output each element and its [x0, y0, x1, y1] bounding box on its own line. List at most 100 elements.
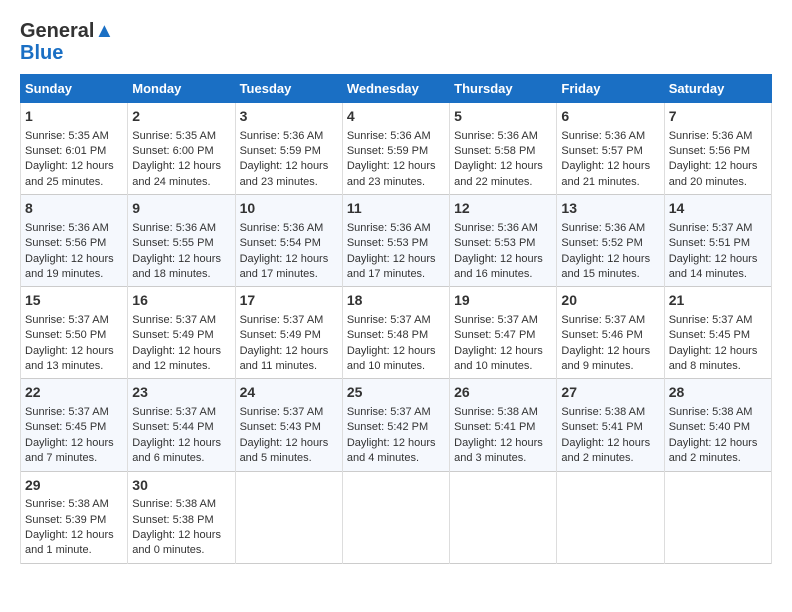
day-number: 25: [347, 383, 445, 403]
sunset-text: Sunset: 5:40 PM: [669, 421, 750, 433]
day-number: 12: [454, 199, 552, 219]
sunrise-text: Sunrise: 5:37 AM: [240, 314, 324, 326]
sunrise-text: Sunrise: 5:38 AM: [669, 406, 753, 418]
calendar-cell: 23 Sunrise: 5:37 AM Sunset: 5:44 PM Dayl…: [128, 379, 235, 471]
calendar-cell: [450, 471, 557, 563]
sunrise-text: Sunrise: 5:38 AM: [454, 406, 538, 418]
daylight-text: Daylight: 12 hours and 12 minutes.: [132, 345, 221, 372]
sunset-text: Sunset: 5:53 PM: [454, 237, 535, 249]
daylight-text: Daylight: 12 hours and 7 minutes.: [25, 437, 114, 464]
sunrise-text: Sunrise: 5:37 AM: [25, 314, 109, 326]
sunrise-text: Sunrise: 5:37 AM: [669, 314, 753, 326]
sunrise-text: Sunrise: 5:38 AM: [25, 498, 109, 510]
daylight-text: Daylight: 12 hours and 2 minutes.: [561, 437, 650, 464]
calendar-cell: 14 Sunrise: 5:37 AM Sunset: 5:51 PM Dayl…: [664, 195, 771, 287]
day-number: 29: [25, 476, 123, 496]
calendar-cell: 20 Sunrise: 5:37 AM Sunset: 5:46 PM Dayl…: [557, 287, 664, 379]
day-number: 4: [347, 107, 445, 127]
calendar-cell: 15 Sunrise: 5:37 AM Sunset: 5:50 PM Dayl…: [21, 287, 128, 379]
day-number: 15: [25, 291, 123, 311]
daylight-text: Daylight: 12 hours and 8 minutes.: [669, 345, 758, 372]
week-row-5: 29 Sunrise: 5:38 AM Sunset: 5:39 PM Dayl…: [21, 471, 772, 563]
sunset-text: Sunset: 5:51 PM: [669, 237, 750, 249]
calendar-cell: 24 Sunrise: 5:37 AM Sunset: 5:43 PM Dayl…: [235, 379, 342, 471]
daylight-text: Daylight: 12 hours and 1 minute.: [25, 529, 114, 556]
day-number: 1: [25, 107, 123, 127]
sunrise-text: Sunrise: 5:36 AM: [561, 222, 645, 234]
daylight-text: Daylight: 12 hours and 14 minutes.: [669, 253, 758, 280]
sunset-text: Sunset: 5:59 PM: [347, 145, 428, 157]
day-number: 8: [25, 199, 123, 219]
day-number: 20: [561, 291, 659, 311]
sunset-text: Sunset: 5:49 PM: [240, 329, 321, 341]
sunset-text: Sunset: 5:46 PM: [561, 329, 642, 341]
sunset-text: Sunset: 5:57 PM: [561, 145, 642, 157]
calendar-cell: 29 Sunrise: 5:38 AM Sunset: 5:39 PM Dayl…: [21, 471, 128, 563]
week-row-1: 1 Sunrise: 5:35 AM Sunset: 6:01 PM Dayli…: [21, 103, 772, 195]
day-number: 17: [240, 291, 338, 311]
calendar-cell: 12 Sunrise: 5:36 AM Sunset: 5:53 PM Dayl…: [450, 195, 557, 287]
day-number: 21: [669, 291, 767, 311]
daylight-text: Daylight: 12 hours and 23 minutes.: [347, 160, 436, 187]
day-number: 14: [669, 199, 767, 219]
calendar-cell: 25 Sunrise: 5:37 AM Sunset: 5:42 PM Dayl…: [342, 379, 449, 471]
calendar-cell: 21 Sunrise: 5:37 AM Sunset: 5:45 PM Dayl…: [664, 287, 771, 379]
daylight-text: Daylight: 12 hours and 19 minutes.: [25, 253, 114, 280]
day-number: 2: [132, 107, 230, 127]
week-row-2: 8 Sunrise: 5:36 AM Sunset: 5:56 PM Dayli…: [21, 195, 772, 287]
daylight-text: Daylight: 12 hours and 5 minutes.: [240, 437, 329, 464]
calendar-header: SundayMondayTuesdayWednesdayThursdayFrid…: [21, 75, 772, 103]
day-number: 10: [240, 199, 338, 219]
page-header: General▲ Blue: [20, 20, 772, 64]
sunrise-text: Sunrise: 5:38 AM: [132, 498, 216, 510]
column-header-friday: Friday: [557, 75, 664, 103]
sunset-text: Sunset: 5:52 PM: [561, 237, 642, 249]
calendar-cell: 19 Sunrise: 5:37 AM Sunset: 5:47 PM Dayl…: [450, 287, 557, 379]
daylight-text: Daylight: 12 hours and 9 minutes.: [561, 345, 650, 372]
column-header-saturday: Saturday: [664, 75, 771, 103]
daylight-text: Daylight: 12 hours and 15 minutes.: [561, 253, 650, 280]
sunset-text: Sunset: 5:41 PM: [561, 421, 642, 433]
sunrise-text: Sunrise: 5:37 AM: [25, 406, 109, 418]
calendar-cell: 9 Sunrise: 5:36 AM Sunset: 5:55 PM Dayli…: [128, 195, 235, 287]
day-number: 16: [132, 291, 230, 311]
calendar-cell: [235, 471, 342, 563]
sunrise-text: Sunrise: 5:37 AM: [347, 406, 431, 418]
sunrise-text: Sunrise: 5:36 AM: [347, 130, 431, 142]
day-number: 26: [454, 383, 552, 403]
sunset-text: Sunset: 5:47 PM: [454, 329, 535, 341]
sunset-text: Sunset: 5:54 PM: [240, 237, 321, 249]
week-row-4: 22 Sunrise: 5:37 AM Sunset: 5:45 PM Dayl…: [21, 379, 772, 471]
sunset-text: Sunset: 5:42 PM: [347, 421, 428, 433]
daylight-text: Daylight: 12 hours and 17 minutes.: [240, 253, 329, 280]
calendar-cell: 18 Sunrise: 5:37 AM Sunset: 5:48 PM Dayl…: [342, 287, 449, 379]
day-number: 19: [454, 291, 552, 311]
sunset-text: Sunset: 5:53 PM: [347, 237, 428, 249]
calendar-cell: 27 Sunrise: 5:38 AM Sunset: 5:41 PM Dayl…: [557, 379, 664, 471]
column-header-wednesday: Wednesday: [342, 75, 449, 103]
calendar-cell: 26 Sunrise: 5:38 AM Sunset: 5:41 PM Dayl…: [450, 379, 557, 471]
daylight-text: Daylight: 12 hours and 2 minutes.: [669, 437, 758, 464]
sunrise-text: Sunrise: 5:35 AM: [132, 130, 216, 142]
sunrise-text: Sunrise: 5:35 AM: [25, 130, 109, 142]
sunrise-text: Sunrise: 5:37 AM: [132, 406, 216, 418]
sunset-text: Sunset: 5:55 PM: [132, 237, 213, 249]
calendar-cell: 1 Sunrise: 5:35 AM Sunset: 6:01 PM Dayli…: [21, 103, 128, 195]
daylight-text: Daylight: 12 hours and 11 minutes.: [240, 345, 329, 372]
day-number: 3: [240, 107, 338, 127]
sunset-text: Sunset: 5:45 PM: [25, 421, 106, 433]
day-number: 24: [240, 383, 338, 403]
sunrise-text: Sunrise: 5:36 AM: [454, 222, 538, 234]
sunrise-text: Sunrise: 5:38 AM: [561, 406, 645, 418]
calendar-cell: 16 Sunrise: 5:37 AM Sunset: 5:49 PM Dayl…: [128, 287, 235, 379]
sunset-text: Sunset: 6:01 PM: [25, 145, 106, 157]
column-header-tuesday: Tuesday: [235, 75, 342, 103]
calendar-cell: [342, 471, 449, 563]
calendar-cell: 6 Sunrise: 5:36 AM Sunset: 5:57 PM Dayli…: [557, 103, 664, 195]
sunset-text: Sunset: 5:43 PM: [240, 421, 321, 433]
calendar-cell: 2 Sunrise: 5:35 AM Sunset: 6:00 PM Dayli…: [128, 103, 235, 195]
calendar-cell: [664, 471, 771, 563]
daylight-text: Daylight: 12 hours and 24 minutes.: [132, 160, 221, 187]
logo: General▲ Blue: [20, 20, 114, 64]
sunset-text: Sunset: 5:44 PM: [132, 421, 213, 433]
